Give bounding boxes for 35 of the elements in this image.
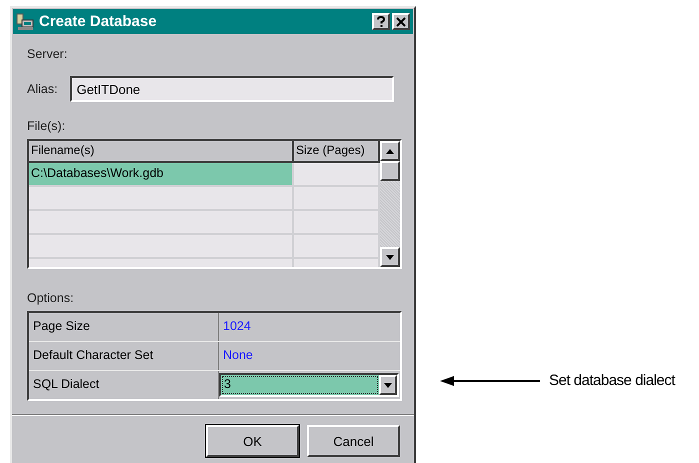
down-arrow-icon xyxy=(386,254,394,260)
table-cell[interactable]: C:\Databases\Work.gdb xyxy=(29,163,294,187)
scroll-thumb[interactable] xyxy=(380,161,400,181)
close-button[interactable] xyxy=(392,13,410,30)
help-button[interactable] xyxy=(372,13,390,30)
alias-label: Alias: xyxy=(27,82,58,96)
help-icon xyxy=(376,16,386,27)
scrollbar[interactable] xyxy=(380,141,400,267)
column-header[interactable]: Size (Pages) xyxy=(294,141,380,163)
scroll-up-button[interactable] xyxy=(380,141,400,161)
option-name: Page Size xyxy=(29,313,219,341)
options-label: Options: xyxy=(27,291,75,305)
ok-button[interactable]: OK xyxy=(206,425,299,457)
table-cell[interactable] xyxy=(29,211,294,235)
computer-icon xyxy=(16,12,34,30)
cancel-button[interactable]: Cancel xyxy=(307,425,400,457)
option-name: Default Character Set xyxy=(29,342,219,370)
table-cell[interactable] xyxy=(29,235,294,259)
scroll-down-button[interactable] xyxy=(380,247,400,267)
dropdown[interactable]: 3 xyxy=(219,373,399,397)
column-header[interactable]: Filename(s) xyxy=(29,141,294,163)
alias-field[interactable]: GetITDone xyxy=(70,76,394,102)
up-arrow-icon xyxy=(386,148,394,154)
server-label: Server: xyxy=(27,47,68,61)
callout-text: Set database dialect xyxy=(549,372,675,389)
option-value[interactable]: None xyxy=(219,342,257,370)
dropdown-button[interactable] xyxy=(379,375,397,395)
files-label: File(s): xyxy=(27,119,66,133)
table-cell[interactable] xyxy=(29,187,294,211)
arrow-icon xyxy=(440,374,540,386)
close-icon xyxy=(396,16,406,26)
dropdown-value: 3 xyxy=(221,375,379,395)
option-value[interactable]: 1024 xyxy=(219,313,255,341)
caret-icon xyxy=(384,382,392,388)
window-title: Create Database xyxy=(39,13,158,30)
